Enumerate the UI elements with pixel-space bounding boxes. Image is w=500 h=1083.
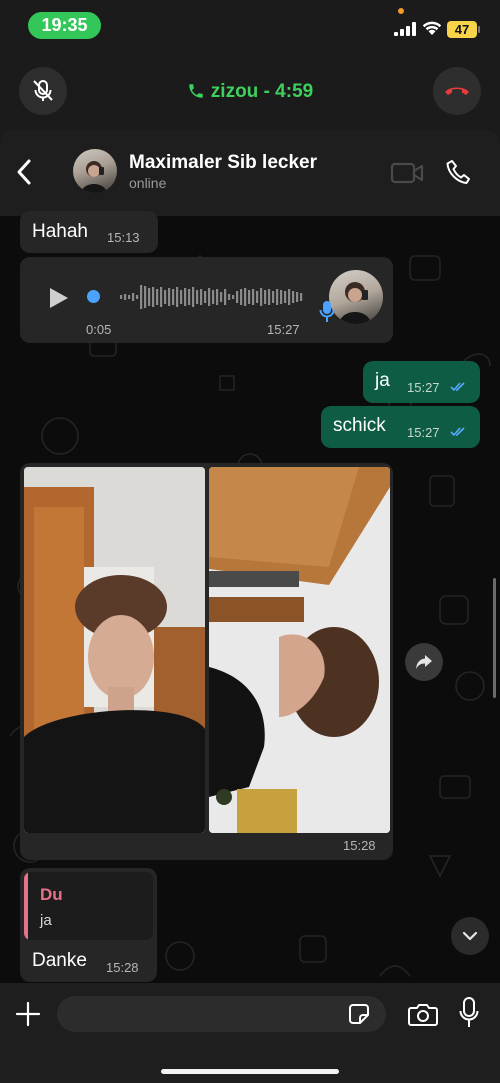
call-title[interactable]: zizou - 4:59	[0, 81, 500, 103]
voice-waveform[interactable]	[120, 281, 305, 313]
status-bar: 19:35 47	[0, 0, 500, 52]
message-time: 15:28	[106, 960, 139, 975]
message-time: 15:28	[343, 838, 376, 853]
photo-image	[24, 467, 205, 833]
forward-button[interactable]	[405, 643, 443, 681]
back-chevron-icon[interactable]	[12, 154, 36, 190]
message-text: ja	[375, 370, 390, 391]
message-time: 15:27	[267, 322, 300, 337]
scrollbar[interactable]	[493, 578, 496, 698]
call-title-text: zizou - 4:59	[210, 81, 314, 102]
quote-text: ja	[40, 912, 52, 929]
photo-thumbnail[interactable]	[24, 467, 205, 833]
play-icon[interactable]	[48, 287, 70, 309]
message-text: Danke	[32, 950, 87, 971]
read-receipt-icon	[450, 382, 465, 392]
hang-up-icon	[445, 87, 469, 95]
message-bubble-outgoing[interactable]: ja 15:27	[363, 361, 480, 403]
camera-icon[interactable]	[408, 1002, 438, 1026]
photo-thumbnail[interactable]	[209, 467, 390, 833]
message-text: Hahah	[32, 221, 88, 242]
video-call-icon[interactable]	[390, 161, 424, 185]
phone-icon	[189, 84, 203, 98]
avatar-image	[81, 161, 107, 193]
message-bubble-incoming[interactable]: Hahah 15:13	[20, 211, 158, 253]
message-input[interactable]	[57, 996, 386, 1032]
message-text: schick	[333, 415, 386, 436]
forward-arrow-icon	[416, 655, 432, 669]
battery-indicator: 47	[447, 21, 477, 38]
contact-name[interactable]: Maximaler Sib lecker	[129, 152, 317, 174]
cellular-signal-icon	[394, 22, 416, 36]
sticker-icon[interactable]	[348, 1003, 370, 1025]
photo-image	[209, 467, 390, 833]
contact-avatar[interactable]	[73, 149, 117, 193]
microphone-icon[interactable]	[459, 997, 479, 1029]
chevron-down-icon	[462, 931, 478, 941]
chat-screen: Maximaler Sib lecker online Hahah 15:13	[0, 130, 500, 1083]
voice-sender-avatar[interactable]	[329, 270, 383, 324]
avatar-image	[339, 282, 371, 324]
quote-accent-bar	[24, 872, 28, 940]
privacy-indicator-dot	[398, 8, 404, 14]
plus-icon[interactable]	[15, 1001, 41, 1027]
reply-message-bubble[interactable]: Du ja Danke 15:28	[20, 868, 157, 982]
voice-message-bubble[interactable]: 0:05 15:27	[20, 257, 393, 343]
ongoing-call-bar[interactable]: zizou - 4:59	[0, 52, 500, 134]
message-bubble-outgoing[interactable]: schick 15:27	[321, 406, 480, 448]
message-time: 15:27	[407, 380, 440, 395]
message-time: 15:13	[107, 230, 140, 245]
end-call-button[interactable]	[433, 67, 481, 115]
read-receipt-icon	[450, 427, 465, 437]
status-time: 19:35	[28, 12, 101, 39]
battery-tip	[478, 26, 480, 33]
voice-mic-icon	[319, 301, 335, 322]
voice-call-icon[interactable]	[445, 158, 471, 186]
message-input-bar	[0, 983, 500, 1083]
contact-status: online	[129, 175, 167, 191]
voice-progress-dot[interactable]	[87, 290, 100, 303]
message-time: 15:27	[407, 425, 440, 440]
quoted-message[interactable]: Du ja	[24, 872, 153, 940]
photo-album-bubble[interactable]: 15:28	[20, 463, 393, 860]
chat-header: Maximaler Sib lecker online	[0, 130, 500, 216]
home-indicator	[161, 1069, 339, 1074]
wifi-icon	[422, 21, 442, 35]
scroll-to-bottom-button[interactable]	[451, 917, 489, 955]
voice-duration: 0:05	[86, 322, 112, 337]
quote-author: Du	[40, 885, 63, 904]
